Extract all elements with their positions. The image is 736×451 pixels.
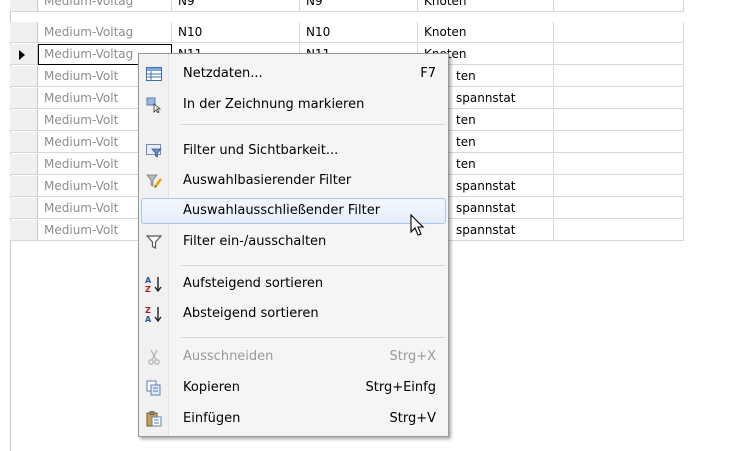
menu-item-aufsteigend-sortieren[interactable]: AZ Aufsteigend sortieren — [141, 271, 446, 297]
menu-item-shortcut: Strg+X — [389, 349, 436, 364]
menu-item-label: In der Zeichnung markieren — [183, 97, 365, 112]
menu-item-label: Filter und Sichtbarkeit... — [183, 143, 339, 158]
table-cell[interactable] — [554, 132, 684, 153]
row-header[interactable] — [10, 176, 38, 197]
table-cell[interactable] — [554, 0, 684, 12]
menu-item-filter-ein-aus[interactable]: Filter ein-/ausschalten — [141, 229, 446, 255]
row-header[interactable] — [10, 88, 38, 109]
table-row[interactable]: Medium-Voltag N10 N10 Knoten — [10, 22, 736, 44]
menu-item-shortcut: Strg+Einfg — [365, 380, 436, 395]
table-cell[interactable]: Knoten — [418, 0, 554, 12]
menu-item-einfuegen[interactable]: Einfügen Strg+V — [141, 406, 446, 432]
table-cell[interactable]: N9 — [300, 0, 418, 12]
table-icon — [145, 65, 163, 83]
table-row[interactable]: Medium-Voltag N9 N9 Knoten — [10, 0, 736, 13]
row-header[interactable] — [10, 110, 38, 131]
menu-item-netzdaten[interactable]: Netzdaten... F7 — [141, 61, 446, 87]
row-header[interactable] — [10, 132, 38, 153]
menu-item-label: Netzdaten... — [183, 66, 263, 81]
table-cell[interactable]: Knoten — [418, 22, 554, 43]
row-header[interactable] — [10, 220, 38, 241]
menu-item-shortcut: F7 — [420, 66, 436, 81]
table-cell[interactable] — [554, 44, 684, 65]
table-cell[interactable] — [554, 22, 684, 43]
mouse-pointer-icon — [410, 213, 426, 241]
menu-item-label: Kopieren — [183, 380, 240, 395]
sort-ascending-icon: AZ — [145, 275, 163, 293]
menu-item-markieren[interactable]: In der Zeichnung markieren — [141, 92, 446, 118]
row-header[interactable] — [10, 66, 38, 87]
cut-icon — [145, 348, 163, 366]
row-header[interactable] — [10, 198, 38, 219]
svg-text:Z: Z — [145, 306, 151, 315]
selection-filter-icon — [145, 172, 163, 190]
menu-item-label: Ausschneiden — [183, 349, 274, 364]
current-row-arrow-icon — [19, 50, 25, 60]
paste-icon — [145, 410, 163, 428]
table-cell[interactable] — [554, 88, 684, 109]
svg-text:A: A — [145, 276, 152, 285]
menu-separator — [181, 337, 445, 338]
menu-item-filter-sichtbarkeit[interactable]: Filter und Sichtbarkeit... — [141, 138, 446, 164]
table-cell[interactable] — [554, 154, 684, 175]
menu-separator — [181, 265, 445, 266]
table-cell[interactable]: N10 — [300, 22, 418, 43]
row-header[interactable] — [10, 22, 38, 43]
datagrid-view: Medium-Voltag N9 N9 Knoten Medium-Voltag… — [0, 0, 736, 451]
menu-item-label: Absteigend sortieren — [183, 306, 319, 321]
table-cell[interactable] — [554, 198, 684, 219]
table-cell[interactable]: Medium-Voltag — [38, 22, 172, 43]
table-cell[interactable] — [554, 220, 684, 241]
svg-text:A: A — [145, 315, 152, 323]
svg-text:Z: Z — [145, 285, 151, 293]
locate-in-drawing-icon — [145, 96, 163, 114]
menu-item-label: Auswahlbasierender Filter — [183, 173, 352, 188]
menu-item-label: Einfügen — [183, 411, 241, 426]
context-menu: Netzdaten... F7 In der Zeichnung markier… — [138, 53, 449, 437]
menu-item-shortcut: Strg+V — [389, 411, 436, 426]
table-cell[interactable] — [554, 176, 684, 197]
menu-item-auswahlausschliessender-filter[interactable]: Auswahlausschließender Filter — [141, 198, 446, 224]
row-header[interactable] — [10, 154, 38, 175]
row-header[interactable] — [10, 0, 38, 12]
menu-separator — [181, 124, 445, 125]
table-cell[interactable] — [554, 66, 684, 87]
menu-item-auswahlbasierender-filter[interactable]: Auswahlbasierender Filter — [141, 168, 446, 194]
menu-item-absteigend-sortieren[interactable]: ZA Absteigend sortieren — [141, 301, 446, 327]
menu-item-label: Aufsteigend sortieren — [183, 276, 324, 291]
table-cell[interactable]: N9 — [172, 0, 300, 12]
table-cell[interactable]: Medium-Voltag — [38, 0, 172, 12]
filter-visibility-icon — [145, 142, 163, 160]
menu-item-kopieren[interactable]: Kopieren Strg+Einfg — [141, 375, 446, 401]
table-cell[interactable]: N10 — [172, 22, 300, 43]
row-header[interactable] — [10, 44, 38, 65]
sort-descending-icon: ZA — [145, 305, 163, 323]
menu-item-ausschneiden[interactable]: Ausschneiden Strg+X — [141, 344, 446, 370]
menu-item-label: Auswahlausschließender Filter — [183, 203, 381, 218]
copy-icon — [145, 379, 163, 397]
menu-item-label: Filter ein-/ausschalten — [183, 234, 327, 249]
table-cell[interactable] — [554, 110, 684, 131]
funnel-icon — [145, 233, 163, 251]
